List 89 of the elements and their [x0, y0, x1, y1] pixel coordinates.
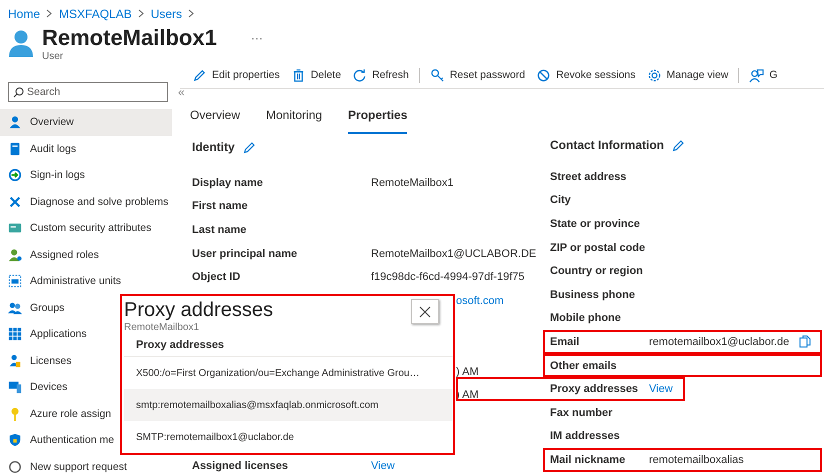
- field-value: remotemailbox1@uclabor.de: [649, 336, 790, 348]
- sidebar-item[interactable]: Sign-in logs: [0, 162, 172, 188]
- user-icon: [8, 29, 34, 57]
- person-feedback-icon: [749, 68, 764, 82]
- refresh-icon: [352, 68, 368, 82]
- sidebar-item[interactable]: Administrative units: [0, 268, 172, 294]
- field-label: Display name: [192, 176, 264, 189]
- close-icon: [419, 306, 431, 318]
- toolbar-button[interactable]: Edit properties: [192, 68, 280, 82]
- chevron-right-icon: [188, 9, 196, 18]
- address-row[interactable]: smtp:remotemailboxalias@msxfaqlab.onmicrosoft.com: [124, 389, 453, 421]
- toolbar-button[interactable]: Refresh: [352, 68, 409, 82]
- toolbar-button[interactable]: Manage view: [646, 68, 728, 82]
- field-label: Business phone: [550, 288, 636, 301]
- search-field[interactable]: Search: [8, 82, 168, 102]
- breadcrumb-link[interactable]: MSXFAQLAB: [59, 6, 132, 20]
- person-icon: [8, 115, 22, 130]
- section-title: Identity: [192, 140, 235, 154]
- field-label: State or province: [550, 218, 641, 230]
- field-value: RemoteMailbox1: [371, 176, 454, 189]
- person-badge-icon: [8, 354, 22, 368]
- circle-icon: [8, 460, 22, 474]
- collapse-button[interactable]: «: [178, 85, 185, 99]
- field-label: Object ID: [192, 271, 242, 284]
- field-label: Email: [550, 336, 580, 348]
- card-icon: [8, 221, 22, 236]
- tab[interactable]: Overview: [190, 108, 240, 134]
- sidebar-item[interactable]: Assigned roles: [0, 242, 172, 268]
- view-link[interactable]: View: [649, 383, 673, 396]
- copy-icon[interactable]: [799, 335, 812, 348]
- field-value: RemoteMailbox1@UCLABOR.DE: [371, 248, 536, 260]
- toolbar-button[interactable]: G: [749, 68, 778, 82]
- pencil-icon: [192, 68, 207, 82]
- field-label: Assigned licenses: [192, 460, 289, 472]
- toolbar-button[interactable]: Reset password: [430, 68, 526, 82]
- breadcrumb-link[interactable]: Home: [8, 6, 40, 20]
- field-label: City: [550, 194, 572, 206]
- chevron-right-icon: [46, 9, 54, 18]
- page-title: RemoteMailbox1: [42, 25, 217, 51]
- sidebar-item[interactable]: Diagnose and solve problems: [0, 188, 172, 215]
- field-label: Proxy addresses: [550, 383, 640, 396]
- toolbar-button[interactable]: Delete: [290, 68, 342, 82]
- notebook-icon: [8, 142, 22, 156]
- column-header: Proxy addresses: [124, 334, 453, 357]
- field-label: First name: [192, 200, 249, 212]
- monitor-icon: [8, 380, 22, 394]
- page-subtitle: User: [42, 51, 64, 62]
- field-label: Street address: [550, 170, 628, 183]
- field-label: Mail nickname: [550, 454, 626, 466]
- dialog-subtitle: RemoteMailbox1: [124, 322, 200, 334]
- field-label: Fax number: [550, 406, 614, 419]
- dashed-square-icon: [8, 274, 22, 288]
- address-row[interactable]: X500:/o=First Organization/ou=Exchange Administrative Grou…: [124, 357, 453, 389]
- field-label: ZIP or postal code: [550, 242, 646, 254]
- field-value: f19c98dc-f6cd-4994-97df-19f75: [371, 271, 524, 284]
- person-badge-icon: [8, 248, 22, 262]
- section-title: Contact Information: [550, 138, 664, 152]
- address-row[interactable]: SMTP:remotemailbox1@uclabor.de: [124, 421, 453, 453]
- field-label: Mobile phone: [550, 312, 622, 324]
- breadcrumb-link[interactable]: Users: [150, 6, 182, 20]
- sidebar-item[interactable]: Overview: [0, 109, 172, 136]
- sidebar-item[interactable]: Audit logs: [0, 136, 172, 162]
- field-link[interactable]: osoft.com: [456, 294, 504, 307]
- tab[interactable]: Monitoring: [266, 108, 322, 134]
- search-icon: [13, 87, 24, 98]
- gear-icon: [646, 68, 662, 82]
- pencil-icon[interactable]: [672, 138, 685, 152]
- prohibited-icon: [536, 68, 552, 82]
- shield-icon: [8, 433, 22, 448]
- more-button[interactable]: ···: [250, 31, 263, 45]
- field-label: Last name: [192, 224, 248, 236]
- field-label: User principal name: [192, 248, 298, 260]
- sidebar-item[interactable]: New support request: [0, 454, 172, 476]
- field-value: ) AM: [456, 366, 479, 378]
- dialog-title: Proxy addresses: [124, 298, 273, 322]
- pencil-icon[interactable]: [242, 140, 256, 154]
- people-icon: [8, 300, 22, 315]
- arrow-circle-icon: [8, 168, 22, 182]
- field-label: Country or region: [550, 265, 644, 278]
- field-value: remotemailboxalias: [649, 454, 744, 466]
- view-link[interactable]: View: [371, 460, 395, 472]
- field-label: IM addresses: [550, 430, 621, 442]
- close-button[interactable]: [411, 299, 439, 324]
- toolbar-button[interactable]: Revoke sessions: [536, 68, 636, 82]
- chevron-right-icon: [138, 9, 145, 18]
- field-label: Other emails: [550, 360, 618, 372]
- tab[interactable]: Properties: [348, 108, 408, 134]
- grid-icon: [8, 327, 22, 342]
- sidebar-item[interactable]: Custom security attributes: [0, 215, 172, 242]
